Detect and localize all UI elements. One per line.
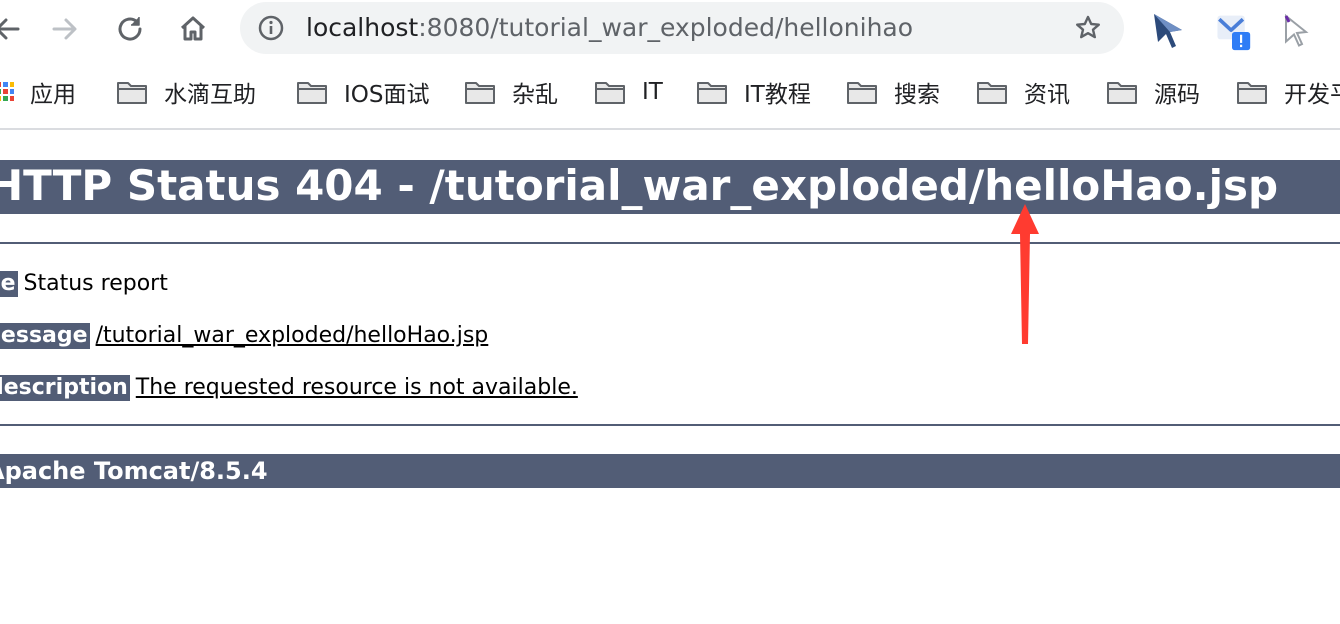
bookmark-label: 资讯 (1024, 82, 1070, 108)
bookmark-folder[interactable]: IT教程 (696, 76, 811, 108)
server-footer: Apache Tomcat/8.5.4 (0, 454, 1340, 488)
bookmark-label: 搜索 (894, 82, 940, 108)
bookmark-apps[interactable]: 应用 (0, 76, 76, 108)
bookmark-folder[interactable]: 开发平 (1236, 76, 1340, 108)
bookmark-label: 杂乱 (512, 82, 558, 108)
bookmark-star-icon[interactable] (1074, 14, 1102, 42)
bookmarks-bar: 应用 水滴互助 IOS面试 杂乱 IT IT教程 搜索 资讯 源码 开发平 (0, 58, 1340, 130)
folder-icon (1237, 82, 1267, 104)
description-label: description (0, 375, 130, 401)
url-host: localhost (306, 13, 419, 42)
site-info-icon[interactable] (258, 15, 284, 41)
server-version: Apache Tomcat/8.5.4 (0, 457, 268, 485)
bookmark-label: IT (642, 79, 663, 105)
folder-icon (117, 82, 147, 104)
bookmark-label: 应用 (30, 82, 76, 108)
folder-icon (297, 82, 327, 104)
bookmark-label: IT教程 (744, 82, 811, 108)
error-title-bar: HTTP Status 404 - /tutorial_war_exploded… (0, 160, 1340, 214)
apps-grid-icon (0, 82, 14, 101)
type-value: Status report (23, 271, 168, 296)
bookmark-label: IOS面试 (344, 82, 430, 108)
url-text[interactable]: localhost:8080/tutorial_war_exploded/hel… (306, 13, 913, 43)
message-row: message /tutorial_war_exploded/helloHao.… (0, 321, 488, 351)
message-label: message (0, 323, 90, 349)
annotation-arrow-icon (1011, 204, 1039, 344)
back-icon[interactable] (0, 10, 26, 48)
forward-icon[interactable] (46, 10, 84, 48)
home-icon[interactable] (174, 10, 212, 48)
folder-icon (465, 82, 495, 104)
address-bar[interactable]: localhost:8080/tutorial_war_exploded/hel… (240, 2, 1124, 54)
bookmark-folder[interactable]: IOS面试 (296, 76, 430, 108)
divider (0, 242, 1340, 244)
description-row: description The requested resource is no… (0, 373, 578, 403)
error-title: HTTP Status 404 - /tutorial_war_exploded… (0, 161, 1279, 210)
folder-icon (697, 82, 727, 104)
description-value: The requested resource is not available. (135, 375, 578, 400)
url-path: :8080/tutorial_war_exploded/hellonihao (418, 13, 914, 42)
reload-icon[interactable] (111, 10, 149, 48)
extension-mail-icon[interactable] (1212, 12, 1252, 52)
folder-icon (847, 82, 877, 104)
bookmark-label: 源码 (1154, 82, 1200, 108)
bookmark-label: 水滴互助 (164, 82, 256, 108)
bookmark-folder[interactable]: 资讯 (976, 76, 1070, 108)
extension-arrow-icon[interactable] (1148, 10, 1188, 50)
bookmark-folder[interactable]: IT (594, 76, 663, 108)
bookmark-label: 开发平 (1284, 82, 1340, 108)
browser-toolbar: localhost:8080/tutorial_war_exploded/hel… (0, 0, 1340, 58)
bookmark-folder[interactable]: 搜索 (846, 76, 940, 108)
message-value: /tutorial_war_exploded/helloHao.jsp (95, 323, 489, 348)
type-row: type Status report (0, 269, 168, 299)
bookmark-folder[interactable]: 水滴互助 (116, 76, 256, 108)
divider (0, 424, 1340, 426)
extension-cursor-icon[interactable] (1276, 10, 1316, 50)
folder-icon (1107, 82, 1137, 104)
folder-icon (977, 82, 1007, 104)
bookmark-folder[interactable]: 杂乱 (464, 76, 558, 108)
folder-icon (595, 82, 625, 104)
type-label: type (0, 271, 18, 297)
bookmark-folder[interactable]: 源码 (1106, 76, 1200, 108)
